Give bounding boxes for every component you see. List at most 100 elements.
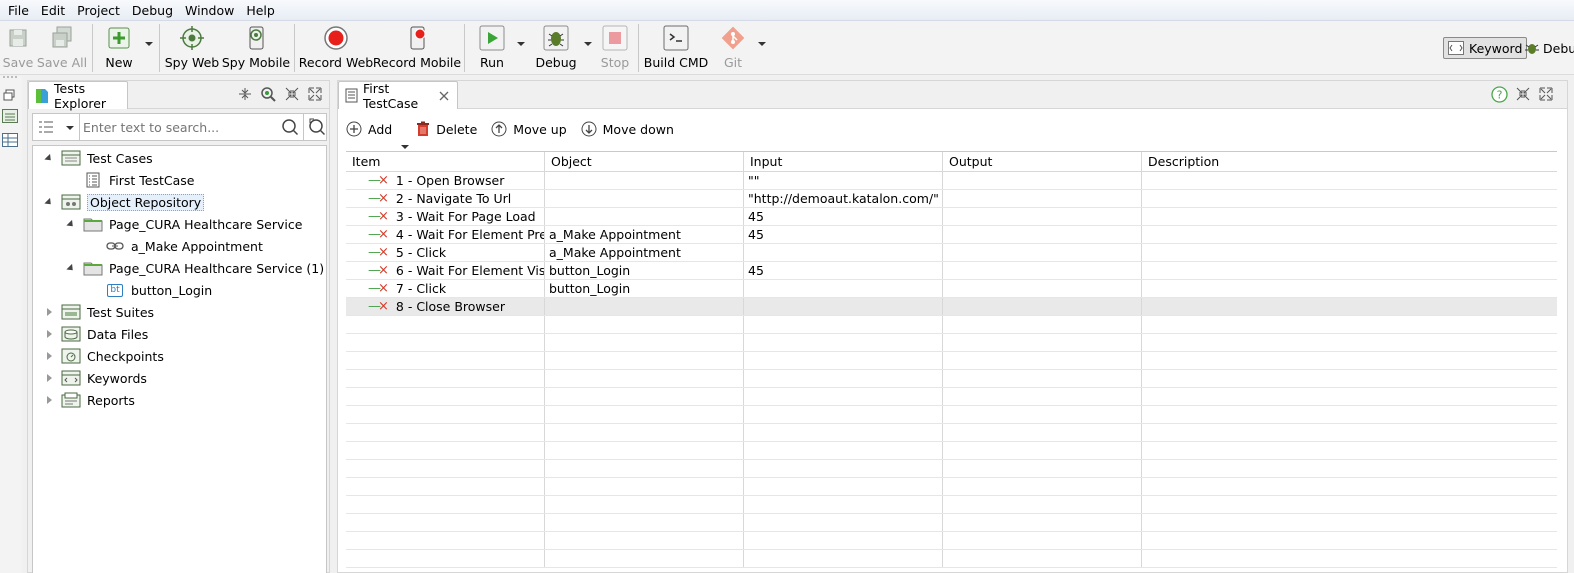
tree-item-test-cases[interactable]: Test Cases — [43, 147, 153, 169]
expand-toggle-icon[interactable] — [43, 152, 55, 164]
advanced-search-icon[interactable] — [307, 118, 326, 139]
tree-item-object-repository[interactable]: Object Repository — [43, 191, 205, 213]
cell-input[interactable] — [744, 352, 943, 369]
cell-output[interactable] — [943, 388, 1142, 405]
cell-object[interactable]: a_Make Appointment — [545, 244, 744, 261]
cell-input[interactable] — [744, 388, 943, 405]
add-step-button[interactable]: Add — [346, 121, 392, 137]
tree-item-page-cura-healthcare-service[interactable]: Page_CURA Healthcare Service — [65, 213, 302, 235]
expand-toggle-icon[interactable] — [43, 394, 55, 406]
maximize-icon[interactable] — [307, 86, 323, 105]
menu-file[interactable]: File — [2, 0, 35, 21]
empty-table-row[interactable] — [346, 532, 1557, 550]
cell-item[interactable] — [346, 370, 545, 387]
cell-item[interactable] — [346, 442, 545, 459]
cell-item[interactable]: —× 3 - Wait For Page Load — [346, 208, 545, 225]
column-header-output[interactable]: Output — [943, 152, 1142, 171]
empty-table-row[interactable] — [346, 334, 1557, 352]
debug-button[interactable]: Debug — [535, 25, 577, 73]
cell-object[interactable] — [545, 208, 744, 225]
tab-first-testcase[interactable]: First TestCase — [338, 81, 458, 111]
cell-object[interactable]: a_Make Appointment — [545, 226, 744, 243]
tree-item-test-suites[interactable]: Test Suites — [43, 301, 154, 323]
move-down-button[interactable]: Move down — [581, 121, 674, 137]
tree-item-reports[interactable]: Reports — [43, 389, 135, 411]
search-icon[interactable] — [281, 118, 299, 139]
perspective-keyword[interactable]: Keyword — [1443, 37, 1528, 59]
cell-object[interactable] — [545, 352, 744, 369]
cell-description[interactable] — [1142, 262, 1557, 279]
cell-description[interactable] — [1142, 532, 1557, 549]
cell-description[interactable] — [1142, 442, 1557, 459]
empty-table-row[interactable] — [346, 424, 1557, 442]
cell-object[interactable] — [545, 334, 744, 351]
outline-view-icon[interactable] — [2, 109, 18, 126]
cell-input[interactable] — [744, 280, 943, 297]
tree-item-data-files[interactable]: Data Files — [43, 323, 148, 345]
cell-object[interactable] — [545, 190, 744, 207]
cell-description[interactable] — [1142, 352, 1557, 369]
cell-object[interactable]: button_Login — [545, 262, 744, 279]
cell-output[interactable] — [943, 550, 1142, 567]
cell-item[interactable] — [346, 532, 545, 549]
cell-output[interactable] — [943, 442, 1142, 459]
empty-table-row[interactable] — [346, 460, 1557, 478]
cell-item[interactable] — [346, 514, 545, 531]
menu-help[interactable]: Help — [240, 0, 281, 21]
table-row[interactable]: —× 1 - Open Browser "" — [346, 172, 1557, 190]
cell-description[interactable] — [1142, 496, 1557, 513]
cell-output[interactable] — [943, 316, 1142, 333]
cell-input[interactable] — [744, 298, 943, 315]
cell-input[interactable] — [744, 406, 943, 423]
empty-table-row[interactable] — [346, 316, 1557, 334]
expand-toggle-icon[interactable] — [43, 196, 55, 208]
cell-output[interactable] — [943, 496, 1142, 513]
cell-object[interactable] — [545, 460, 744, 477]
cell-output[interactable] — [943, 532, 1142, 549]
restore-icon[interactable] — [3, 89, 15, 104]
menu-edit[interactable]: Edit — [35, 0, 71, 21]
cell-description[interactable] — [1142, 298, 1557, 315]
table-view-icon[interactable] — [2, 133, 18, 150]
spy-mobile-button[interactable]: Spy Mobile — [222, 25, 290, 73]
cell-object[interactable] — [545, 532, 744, 549]
cell-input[interactable] — [744, 514, 943, 531]
cell-description[interactable] — [1142, 460, 1557, 477]
cell-description[interactable] — [1142, 208, 1557, 225]
cell-output[interactable] — [943, 244, 1142, 261]
cell-input[interactable] — [744, 532, 943, 549]
cell-description[interactable] — [1142, 172, 1557, 189]
maximize-icon[interactable] — [1538, 86, 1554, 105]
expand-toggle-icon[interactable] — [43, 372, 55, 384]
collapse-all-icon[interactable] — [238, 87, 252, 104]
cell-description[interactable] — [1142, 190, 1557, 207]
table-row[interactable]: —× 7 - Click button_Login — [346, 280, 1557, 298]
cell-object[interactable] — [545, 514, 744, 531]
cell-input[interactable] — [744, 424, 943, 441]
menu-project[interactable]: Project — [71, 0, 126, 21]
build-cmd-button[interactable]: Build CMD — [644, 25, 708, 73]
cell-object[interactable] — [545, 424, 744, 441]
cell-input[interactable] — [744, 370, 943, 387]
save-all-button[interactable]: Save All — [37, 25, 87, 73]
cell-description[interactable] — [1142, 226, 1557, 243]
filter-list-icon[interactable] — [38, 120, 54, 137]
debug-dropdown-arrow-icon[interactable] — [583, 39, 593, 49]
column-header-item[interactable]: Item — [346, 152, 545, 171]
cell-output[interactable] — [943, 334, 1142, 351]
record-mobile-button[interactable]: Record Mobile — [373, 25, 461, 73]
cell-description[interactable] — [1142, 316, 1557, 333]
cell-item[interactable] — [346, 550, 545, 567]
cell-description[interactable] — [1142, 370, 1557, 387]
cell-item[interactable] — [346, 424, 545, 441]
cell-object[interactable] — [545, 172, 744, 189]
tab-tests-explorer[interactable]: Tests Explorer — [28, 81, 128, 111]
cell-object[interactable] — [545, 442, 744, 459]
table-row[interactable]: —× 2 - Navigate To Url "http://demoaut.kat… — [346, 190, 1557, 208]
cell-input[interactable] — [744, 442, 943, 459]
cell-output[interactable] — [943, 424, 1142, 441]
cell-item[interactable] — [346, 460, 545, 477]
cell-item[interactable] — [346, 388, 545, 405]
minimize-icon[interactable] — [1515, 86, 1531, 105]
cell-output[interactable] — [943, 226, 1142, 243]
